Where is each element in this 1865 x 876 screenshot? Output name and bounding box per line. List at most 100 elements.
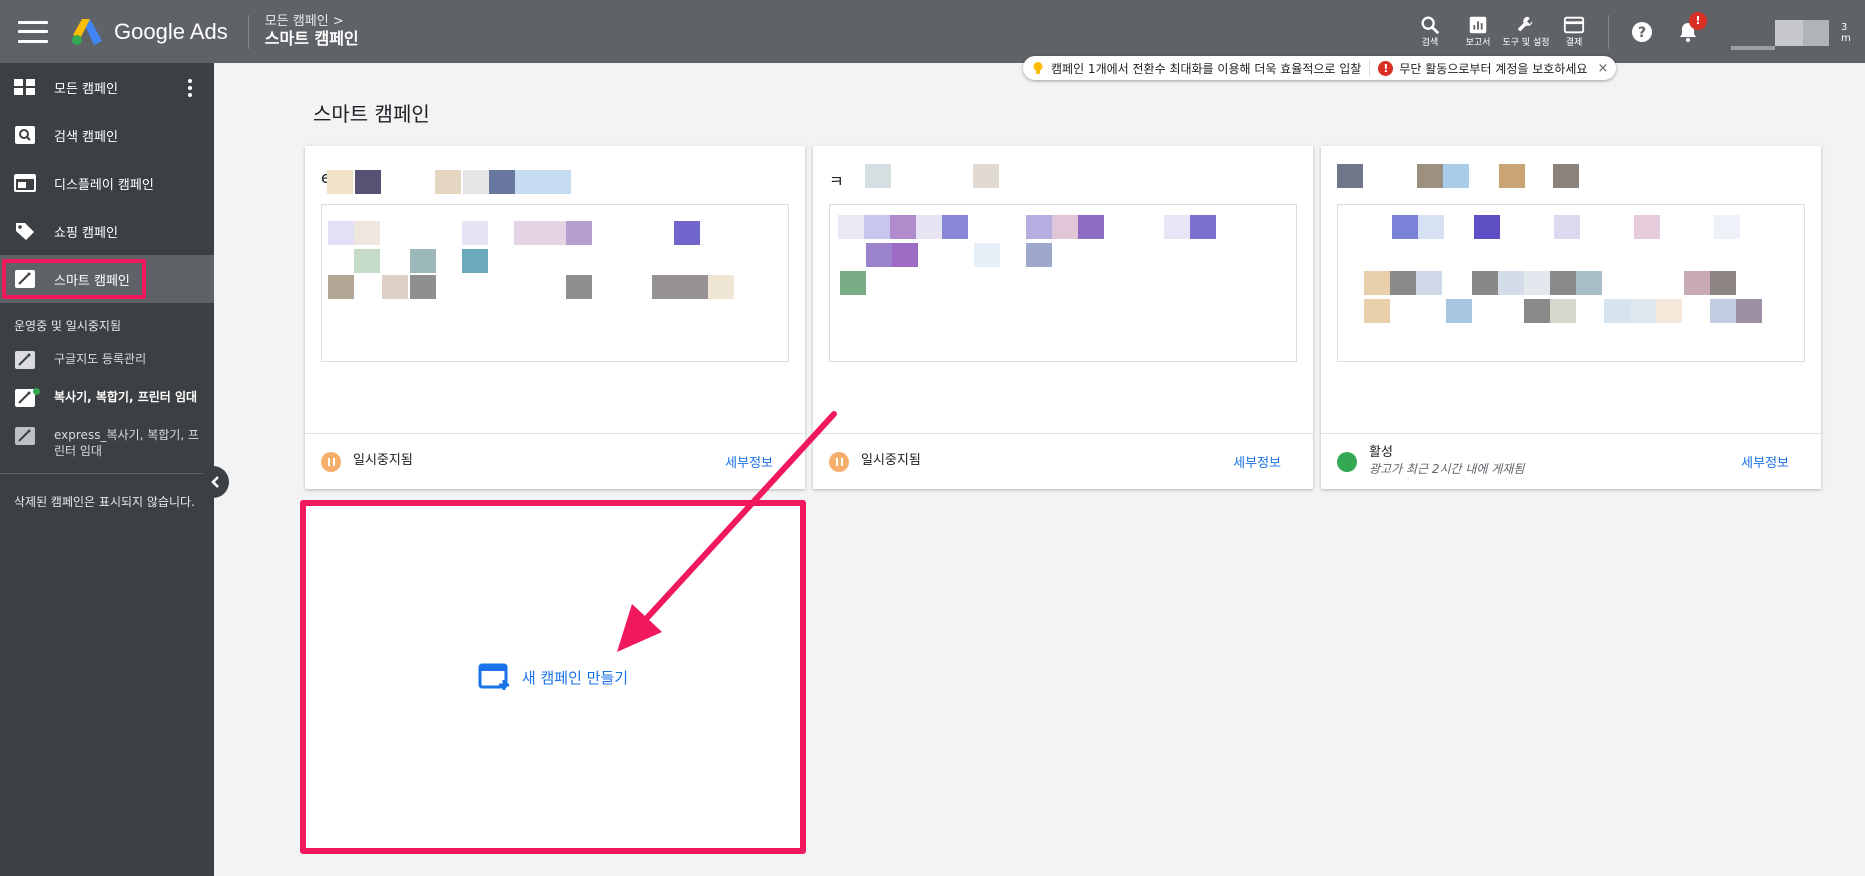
- wrench-icon: [1517, 16, 1533, 32]
- campaign-card[interactable]: e 일시중지됨 세부정보: [305, 146, 805, 489]
- sidebar-item-label: 스마트 캠페인: [54, 273, 130, 289]
- redacted-name: [1443, 164, 1469, 188]
- ad-preview: [321, 204, 789, 362]
- top-bar: Google Ads 모든 캠페인 > 스마트 캠페인 검색 보고서 도구 및 …: [0, 0, 1865, 63]
- details-link[interactable]: 세부정보: [1233, 452, 1281, 471]
- notification-bar: 캠페인 1개에서 전환수 최대화를 이용해 더욱 효율적으로 입찰 ! 무단 활…: [1023, 56, 1617, 80]
- sidebar-item-label: 검색 캠페인: [54, 129, 118, 145]
- notifications-button[interactable]: !: [1665, 11, 1711, 44]
- pause-status-icon: [829, 451, 849, 472]
- tools-settings-label: 도구 및 설정: [1502, 38, 1550, 49]
- redacted-name: [489, 170, 515, 194]
- redacted-name: [515, 170, 571, 194]
- deleted-campaigns-note: 삭제된 캠페인은 표시되지 않습니다.: [14, 495, 195, 510]
- breadcrumb-current: 스마트 캠페인: [264, 28, 359, 48]
- sidebar-item-shopping-campaigns[interactable]: 쇼핑 캠페인: [0, 207, 214, 255]
- ad-preview: [829, 204, 1297, 362]
- sidebar-campaign-express-copier-rental[interactable]: express_복사기, 복합기, 프린터 임대: [0, 417, 214, 469]
- google-ads-logo[interactable]: Google Ads: [70, 17, 228, 47]
- close-notification-button[interactable]: ×: [1597, 61, 1608, 76]
- search-campaign-icon: [14, 126, 36, 144]
- details-link[interactable]: 세부정보: [725, 452, 773, 471]
- pause-status-icon: [321, 451, 341, 472]
- new-campaign-label: 새 캠페인 만들기: [521, 668, 629, 687]
- redacted-name: [463, 170, 489, 194]
- redacted-name: [865, 164, 891, 188]
- campaign-card[interactable]: ㅋ 일시중지됨 세부정보: [813, 146, 1313, 489]
- campaign-status: 일시중지됨: [861, 453, 921, 469]
- collapse-sidebar-button[interactable]: [203, 466, 229, 498]
- details-link[interactable]: 세부정보: [1741, 452, 1789, 471]
- campaign-status-group: 활성 광고가 최근 2시간 내에 게재됨: [1369, 445, 1524, 478]
- alert-icon: !: [1378, 60, 1394, 76]
- tag-icon: [14, 222, 36, 240]
- campaign-status: 일시중지됨: [353, 453, 413, 469]
- redacted-name: [1553, 164, 1579, 188]
- redacted-name: [973, 164, 999, 188]
- more-vert-icon[interactable]: [188, 79, 192, 97]
- search-icon: [1421, 16, 1440, 35]
- redacted-name: [1417, 164, 1443, 188]
- breadcrumb: 모든 캠페인 > 스마트 캠페인: [264, 14, 359, 48]
- tip-notification[interactable]: 캠페인 1개에서 전환수 최대화를 이용해 더욱 효율적으로 입찰: [1051, 60, 1361, 77]
- google-ads-mark-icon: [72, 18, 102, 45]
- ad-preview: [1337, 204, 1805, 362]
- notification-badge: !: [1689, 11, 1707, 30]
- sidebar-item-label: 쇼핑 캠페인: [54, 225, 118, 241]
- notification-divider: [1369, 60, 1371, 76]
- active-status-icon: [1337, 451, 1357, 472]
- svg-text:?: ?: [1638, 25, 1646, 41]
- billing-button[interactable]: 결제: [1550, 14, 1598, 49]
- campaign-label: 복사기, 복합기, 프린터 임대: [54, 390, 198, 404]
- tools-settings-button[interactable]: 도구 및 설정: [1502, 14, 1550, 49]
- smart-wand-icon: [14, 270, 36, 288]
- display-icon: [14, 174, 36, 192]
- campaign-name-initial: ㅋ: [829, 172, 844, 191]
- menu-icon[interactable]: [18, 20, 48, 43]
- account-suffix: 3 m: [1841, 21, 1851, 44]
- campaign-status-detail: 광고가 최근 2시간 내에 게재됨: [1369, 461, 1525, 476]
- search-tool-button[interactable]: 검색: [1406, 14, 1454, 49]
- header-divider: [247, 14, 249, 49]
- sidebar-item-label: 디스플레이 캠페인: [54, 177, 154, 193]
- redacted-name: [435, 170, 461, 194]
- sidebar-divider: [0, 473, 214, 475]
- page-title: 스마트 캠페인: [313, 102, 430, 126]
- billing-card-icon: [1563, 16, 1585, 34]
- sidebar-item-smart-campaigns[interactable]: 스마트 캠페인: [0, 255, 214, 303]
- header-tools: 검색 보고서 도구 및 설정 결제 ? ! 3 m: [1406, 0, 1865, 63]
- new-campaign-card[interactable]: 새 캠페인 만들기: [300, 500, 806, 854]
- redacted-name: [1499, 164, 1525, 188]
- sidebar-item-display-campaigns[interactable]: 디스플레이 캠페인: [0, 159, 214, 207]
- new-campaign-button[interactable]: 새 캠페인 만들기: [478, 662, 628, 692]
- campaign-label: 구글지도 등록관리: [54, 352, 147, 366]
- sidebar: 모든 캠페인 검색 캠페인 디스플레이 캠페인 쇼핑 캠페인 스마트 캠페인 운…: [0, 63, 214, 876]
- active-dot: [33, 388, 40, 395]
- section-label: 운영중 및 일시중지됨: [14, 319, 121, 333]
- security-alert-notification[interactable]: 무단 활동으로부터 계정을 보호하세요: [1399, 60, 1587, 77]
- breadcrumb-parent[interactable]: 모든 캠페인 >: [265, 14, 359, 30]
- card-footer: 활성 광고가 최근 2시간 내에 게재됨 세부정보: [1321, 433, 1821, 489]
- campaign-card[interactable]: 활성 광고가 최근 2시간 내에 게재됨 세부정보: [1321, 146, 1821, 489]
- reports-tool-button[interactable]: 보고서: [1454, 14, 1502, 49]
- add-campaign-icon: [478, 663, 509, 690]
- account-avatar-part: [1803, 19, 1829, 46]
- sidebar-item-search-campaigns[interactable]: 검색 캠페인: [0, 111, 214, 159]
- help-button[interactable]: ?: [1619, 20, 1665, 44]
- lightbulb-icon: [1033, 62, 1043, 74]
- chevron-left-icon: [211, 476, 219, 488]
- sidebar-campaign-google-maps[interactable]: 구글지도 등록관리: [0, 341, 214, 379]
- sidebar-campaign-copier-rental[interactable]: 복사기, 복합기, 프린터 임대: [0, 379, 214, 417]
- campaign-label: express_복사기, 복합기, 프린터 임대: [54, 428, 199, 459]
- reports-tool-label: 보고서: [1465, 38, 1491, 49]
- sidebar-item-label: 모든 캠페인: [54, 81, 118, 97]
- search-tool-label: 검색: [1421, 38, 1439, 49]
- campaign-status: 활성: [1369, 445, 1393, 461]
- sidebar-item-all-campaigns[interactable]: 모든 캠페인: [0, 63, 214, 111]
- reports-icon: [1469, 16, 1487, 34]
- smart-wand-icon: [14, 351, 36, 369]
- account-name-redacted: [1731, 45, 1775, 50]
- redacted-name: [355, 170, 381, 194]
- account-menu[interactable]: 3 m: [1725, 12, 1865, 52]
- account-avatar: [1775, 19, 1803, 46]
